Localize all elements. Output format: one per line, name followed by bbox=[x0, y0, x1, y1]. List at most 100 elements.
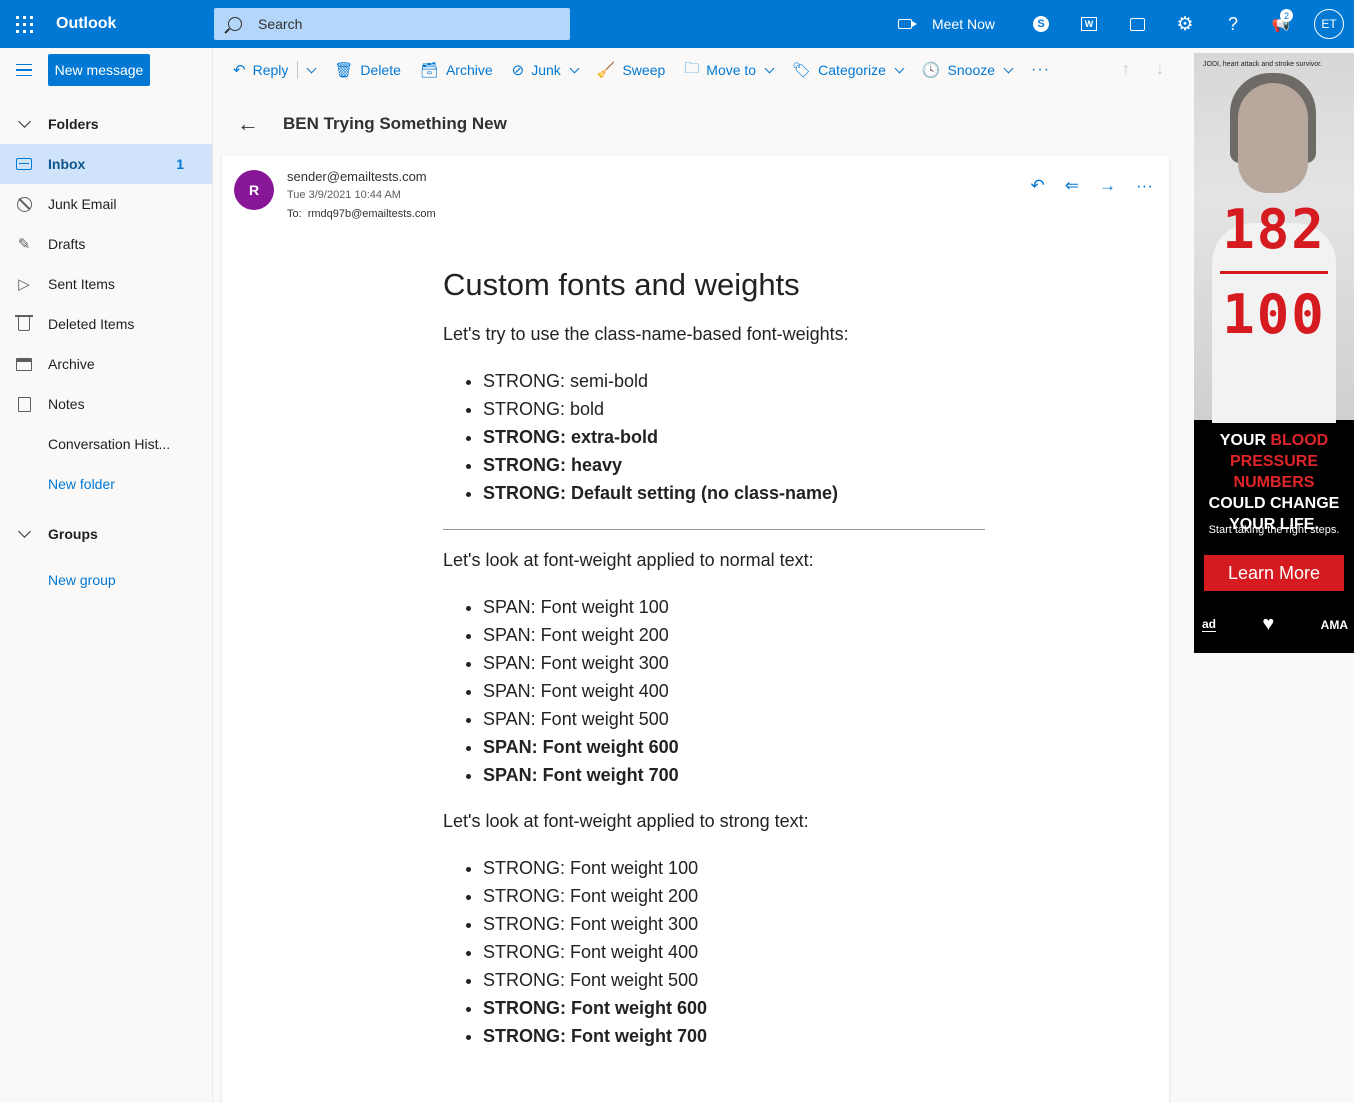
ad-headline-part: PRESSURE NUMBERS bbox=[1229, 453, 1319, 491]
reply-label: Reply bbox=[252, 62, 289, 78]
delete-button[interactable]: 🗑 Delete bbox=[334, 61, 401, 79]
class-weight-list: STRONG: semi-bold STRONG: bold STRONG: e… bbox=[483, 367, 985, 507]
app-name[interactable]: Outlook bbox=[56, 15, 214, 33]
folder-label: Archive bbox=[48, 356, 95, 372]
list-item: SPAN: Font weight 500 bbox=[483, 705, 985, 733]
folder-label: Conversation Hist... bbox=[48, 436, 171, 452]
ad-subtext: Start taking the right steps. bbox=[1208, 524, 1340, 536]
folder-label: Drafts bbox=[48, 236, 86, 252]
folder-move-icon: 🗀 bbox=[684, 59, 700, 77]
new-message-button[interactable]: New message bbox=[48, 54, 150, 86]
top-bar: Outlook Search Meet Now S W ⚙ ? 📢 2 ET bbox=[0, 0, 1354, 48]
body-paragraph: Let's look at font-weight applied to nor… bbox=[443, 550, 814, 571]
hamburger-menu-icon[interactable] bbox=[0, 48, 48, 92]
sender-avatar[interactable]: R bbox=[234, 170, 274, 210]
reply-button[interactable]: ↶ Reply bbox=[233, 61, 288, 79]
folder-sent-items[interactable]: ▷ Sent Items bbox=[0, 264, 212, 304]
reply-icon: ↶ bbox=[233, 62, 246, 79]
move-to-button[interactable]: 🗀 Move to bbox=[684, 58, 775, 83]
new-folder-label: New folder bbox=[48, 476, 115, 492]
ad-learn-more-button[interactable]: Learn More bbox=[1204, 555, 1344, 591]
whats-new-button[interactable]: 📢 2 bbox=[1257, 0, 1305, 48]
folder-conversation-history[interactable]: Conversation Hist... bbox=[0, 424, 212, 464]
reply-all-icon[interactable]: ⇐ bbox=[1065, 176, 1079, 196]
reading-pane: ← BEN Trying Something New R sender@emai… bbox=[213, 92, 1190, 1103]
junk-button[interactable]: ⊘ Junk bbox=[512, 61, 580, 79]
word-icon: W bbox=[1081, 17, 1097, 31]
folders-header[interactable]: Folders bbox=[0, 104, 212, 144]
ad-headline: YOUR BLOOD PRESSURE NUMBERS COULD CHANGE… bbox=[1194, 430, 1354, 535]
list-item: SPAN: Font weight 100 bbox=[483, 593, 985, 621]
help-button[interactable]: ? bbox=[1209, 0, 1257, 48]
reply-icon[interactable]: ↶ bbox=[1031, 176, 1045, 196]
sweep-button[interactable]: 🧹 Sweep bbox=[597, 61, 666, 79]
search-input[interactable]: Search bbox=[214, 8, 570, 40]
reply-options-dropdown[interactable] bbox=[306, 63, 317, 73]
more-options-icon[interactable]: ··· bbox=[1136, 176, 1153, 196]
folders-label: Folders bbox=[48, 116, 99, 132]
skype-button[interactable]: S bbox=[1017, 0, 1065, 48]
message-body: Custom fonts and weights Let's try to us… bbox=[443, 267, 985, 1072]
categorize-label: Categorize bbox=[818, 62, 886, 78]
list-item: STRONG: Default setting (no class-name) bbox=[483, 479, 985, 507]
todo-button[interactable] bbox=[1113, 0, 1161, 48]
new-folder-link[interactable]: New folder bbox=[0, 464, 212, 504]
ad-logos: ad ♥ AMA bbox=[1202, 613, 1348, 636]
chevron-down-icon[interactable] bbox=[569, 63, 580, 73]
advertisement-banner[interactable]: JODI, heart attack and stroke survivor. … bbox=[1194, 53, 1354, 653]
more-actions-icon[interactable]: ··· bbox=[1031, 61, 1050, 79]
list-item: STRONG: extra-bold bbox=[483, 423, 985, 451]
recipient-address[interactable]: rmdq97b@emailtests.com bbox=[308, 208, 436, 220]
list-item: SPAN: Font weight 200 bbox=[483, 621, 985, 649]
video-camera-icon bbox=[897, 19, 917, 29]
list-item: STRONG: heavy bbox=[483, 451, 985, 479]
pencil-icon: ✎ bbox=[17, 236, 31, 253]
snooze-button[interactable]: 🕓 Snooze bbox=[922, 61, 1014, 79]
folder-notes[interactable]: Notes bbox=[0, 384, 212, 424]
list-item: STRONG: Font weight 600 bbox=[483, 994, 985, 1022]
chevron-down-icon[interactable] bbox=[1003, 63, 1014, 73]
ad-systolic-number: 182 bbox=[1222, 198, 1326, 261]
trash-icon bbox=[15, 315, 33, 331]
groups-header[interactable]: Groups bbox=[0, 514, 212, 554]
groups-label: Groups bbox=[48, 526, 98, 542]
ama-logo: AMA bbox=[1320, 617, 1348, 632]
ad-divider bbox=[1220, 271, 1328, 274]
span-weight-list: SPAN: Font weight 100 SPAN: Font weight … bbox=[483, 593, 985, 789]
word-button[interactable]: W bbox=[1065, 0, 1113, 48]
waffle-icon bbox=[15, 15, 33, 33]
gear-icon: ⚙ bbox=[1176, 13, 1194, 35]
notification-badge: 2 bbox=[1280, 9, 1293, 22]
categorize-button[interactable]: 🏷 Categorize bbox=[792, 61, 905, 79]
archive-button[interactable]: 🗃 Archive bbox=[420, 61, 493, 79]
list-item: STRONG: Font weight 700 bbox=[483, 1022, 985, 1050]
sender-address[interactable]: sender@emailtests.com bbox=[287, 169, 427, 184]
note-icon bbox=[17, 396, 31, 412]
ad-council-logo: ad bbox=[1202, 617, 1217, 632]
folder-archive[interactable]: Archive bbox=[0, 344, 212, 384]
account-avatar[interactable]: ET bbox=[1314, 9, 1344, 39]
folder-deleted-items[interactable]: Deleted Items bbox=[0, 304, 212, 344]
strong-weight-list: STRONG: Font weight 100 STRONG: Font wei… bbox=[483, 854, 985, 1050]
todo-icon bbox=[1129, 17, 1145, 31]
chevron-down-icon[interactable] bbox=[764, 63, 775, 73]
back-arrow-icon[interactable]: ← bbox=[237, 111, 259, 137]
next-message-icon[interactable]: ↓ bbox=[1156, 61, 1164, 79]
recipient-line: To: rmdq97b@emailtests.com bbox=[287, 208, 436, 220]
folder-label: Deleted Items bbox=[48, 316, 135, 332]
forward-icon[interactable]: → bbox=[1099, 176, 1116, 196]
settings-button[interactable]: ⚙ bbox=[1161, 0, 1209, 48]
sweep-label: Sweep bbox=[622, 62, 666, 78]
list-item: STRONG: Font weight 200 bbox=[483, 882, 985, 910]
ad-headline-part: COULD CHANGE bbox=[1208, 495, 1340, 512]
chevron-down-icon[interactable] bbox=[894, 63, 905, 73]
folder-inbox[interactable]: Inbox 1 bbox=[0, 144, 212, 184]
folder-drafts[interactable]: ✎ Drafts bbox=[0, 224, 212, 264]
previous-message-icon[interactable]: ↑ bbox=[1122, 61, 1130, 79]
folder-junk-email[interactable]: Junk Email bbox=[0, 184, 212, 224]
skype-icon: S bbox=[1033, 16, 1049, 32]
folder-label: Notes bbox=[48, 396, 85, 412]
new-group-link[interactable]: New group bbox=[0, 560, 212, 600]
meet-now-button[interactable]: Meet Now bbox=[897, 16, 995, 32]
app-launcher-button[interactable] bbox=[0, 0, 48, 48]
